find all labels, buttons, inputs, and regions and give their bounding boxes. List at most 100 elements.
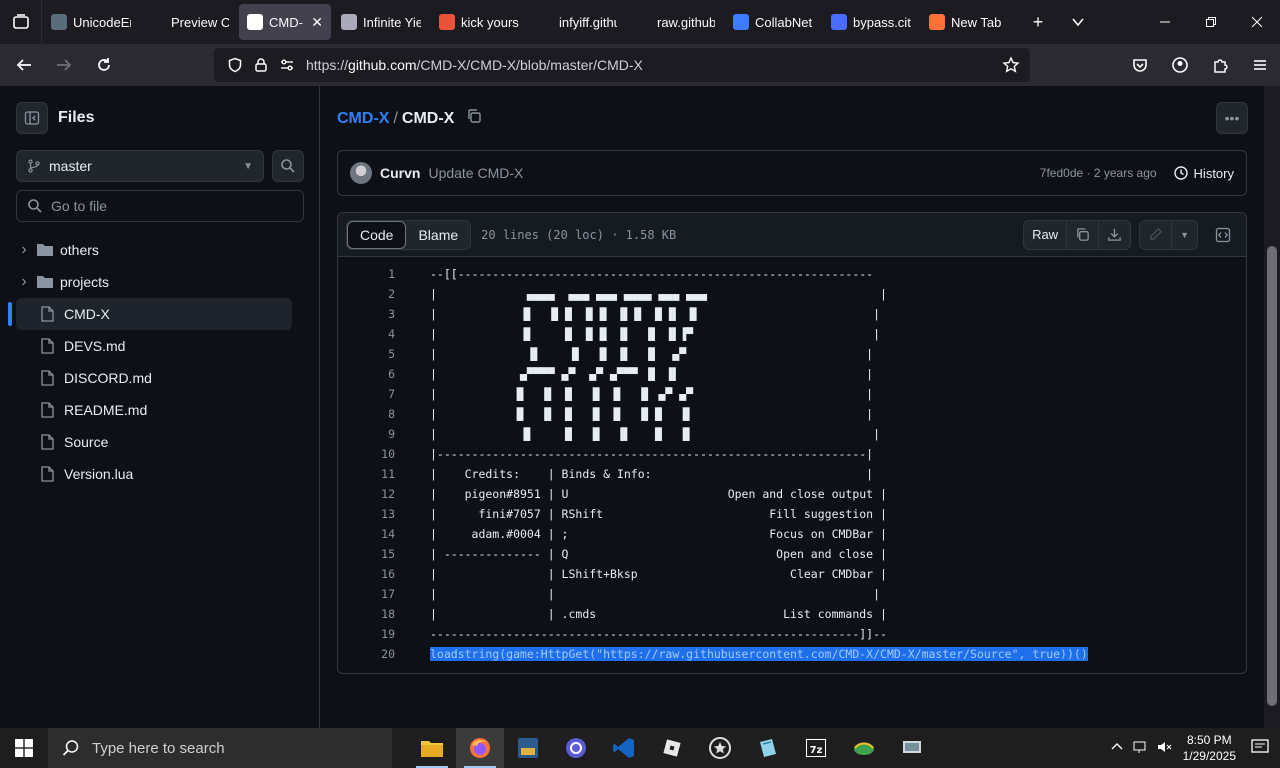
line-number[interactable]: 18 [338, 607, 395, 621]
network-icon[interactable] [1129, 740, 1153, 757]
chevron-right-icon[interactable]: › [16, 273, 32, 291]
raw-button[interactable]: Raw [1024, 220, 1068, 249]
extensions-button[interactable] [1202, 47, 1238, 83]
taskbar-roblox[interactable] [648, 728, 696, 768]
more-options-button[interactable]: ••• [1216, 102, 1248, 134]
search-code-button[interactable] [272, 150, 304, 182]
go-to-file-field[interactable] [16, 190, 304, 222]
line-number[interactable]: 17 [338, 587, 395, 601]
code-line[interactable]: 3 | ▐▌ ▐▌▐▌ ▐▌▐▌ ▐▌▐▌ ▐▌▐▌ ▐▌ | [338, 304, 1246, 324]
history-button[interactable]: History [1173, 165, 1234, 181]
code-line[interactable]: 10 |-------------------------------------… [338, 444, 1246, 464]
line-number[interactable]: 20 [338, 647, 395, 661]
tree-item-file[interactable]: Source [16, 426, 292, 458]
code-line[interactable]: 6 | ▄▀▀▀▀ ▄▀ ▄▀ ▄▀▀▀ ▐▌ ▐▌ | [338, 364, 1246, 384]
tree-item-file[interactable]: DEVS.md [16, 330, 292, 362]
code-line[interactable]: 12 | pigeon#8951 | U Open and close outpu… [338, 484, 1246, 504]
chevron-right-icon[interactable]: › [16, 241, 32, 259]
taskbar-firefox[interactable] [456, 728, 504, 768]
avatar[interactable] [350, 162, 372, 184]
browser-tab[interactable]: New Tab [921, 4, 1017, 40]
line-number[interactable]: 3 [338, 307, 395, 321]
symbols-panel-button[interactable] [1208, 220, 1238, 250]
taskbar-file-explorer[interactable] [408, 728, 456, 768]
forward-button[interactable] [46, 47, 82, 83]
code-line[interactable]: 4 | ▐▌ ▐▌ ▐▌▐▌ ▐▌ ▐▌ ▐▌▐▀ | [338, 324, 1246, 344]
code-line[interactable]: 13 | fini#7057 | RShift Fill suggestion | [338, 504, 1246, 524]
start-button[interactable] [0, 728, 48, 768]
bookmark-star-icon[interactable] [998, 56, 1024, 74]
line-number[interactable]: 19 [338, 627, 395, 641]
tree-item-folder[interactable]: › others [16, 234, 292, 266]
copy-path-button[interactable] [466, 108, 482, 129]
page-scrollbar[interactable] [1264, 86, 1280, 728]
restore-button[interactable] [1188, 0, 1234, 44]
back-button[interactable] [6, 47, 42, 83]
scrollbar-thumb[interactable] [1267, 246, 1277, 706]
shield-icon[interactable] [222, 57, 248, 73]
url-bar[interactable]: https://github.com/CMD-X/CMD-X/blob/mast… [214, 48, 1030, 82]
browser-tab[interactable]: Preview Conte [141, 4, 237, 40]
tree-item-file[interactable]: README.md [16, 394, 292, 426]
code-line[interactable]: 9 | ▐▌ ▐▌ ▐▌ ▐▌ ▐▌ ▐▌ | [338, 424, 1246, 444]
taskbar-app-3[interactable] [504, 728, 552, 768]
go-to-file-input[interactable] [51, 198, 291, 214]
volume-muted-icon[interactable] [1153, 740, 1177, 757]
line-number[interactable]: 8 [338, 407, 395, 421]
code-line[interactable]: 14 | adam.#0004 | ; Focus on CMDBar | [338, 524, 1246, 544]
browser-tab[interactable]: kick yours [431, 4, 527, 40]
edit-button[interactable] [1140, 220, 1173, 249]
tab-overview-button[interactable] [0, 0, 42, 44]
clock[interactable]: 8:50 PM 1/29/2025 [1183, 732, 1236, 764]
code-view[interactable]: 1 --[[-----------------------------------… [338, 257, 1246, 664]
code-line[interactable]: 18 | | .cmds List commands | [338, 604, 1246, 624]
close-tab-icon[interactable]: ✕ [311, 14, 323, 31]
new-tab-button[interactable]: + [1018, 0, 1058, 44]
code-line[interactable]: 11 | Credits: | Binds & Info: | [338, 464, 1246, 484]
line-number[interactable]: 15 [338, 547, 395, 561]
line-number[interactable]: 11 [338, 467, 395, 481]
browser-tab[interactable]: bypass.city [823, 4, 919, 40]
pocket-button[interactable] [1122, 47, 1158, 83]
line-number[interactable]: 10 [338, 447, 395, 461]
breadcrumb-repo-link[interactable]: CMD-X [337, 110, 389, 128]
browser-tab[interactable]: CollabNet [725, 4, 821, 40]
tab-code[interactable]: Code [347, 220, 407, 249]
line-number[interactable]: 6 [338, 367, 395, 381]
taskbar-7zip[interactable]: 7z [792, 728, 840, 768]
line-number[interactable]: 13 [338, 507, 395, 521]
taskbar-app-4[interactable] [552, 728, 600, 768]
notifications-icon[interactable] [1248, 738, 1272, 758]
code-line[interactable]: 17 | | | [338, 584, 1246, 604]
code-line[interactable]: 5 | ▐▌ ▐▌ ▐▌ ▐▌ ▐▌ ▄▀ | [338, 344, 1246, 364]
tree-item-file[interactable]: Version.lua [16, 458, 292, 490]
taskbar-app-8[interactable] [744, 728, 792, 768]
code-line[interactable]: 7 | ▐▌ ▐▌ ▐▌ ▐▌ ▐▌ ▐▌ ▄▀ ▄▀ | [338, 384, 1246, 404]
edit-dropdown-button[interactable]: ▼ [1172, 221, 1197, 249]
tab-blame[interactable]: Blame [406, 221, 470, 249]
code-line[interactable]: 19 --------------------------------------… [338, 624, 1246, 644]
taskbar-app-10[interactable] [840, 728, 888, 768]
chevron-up-icon[interactable] [1105, 741, 1129, 756]
taskbar-app-7[interactable] [696, 728, 744, 768]
menu-button[interactable] [1242, 47, 1278, 83]
download-button[interactable] [1099, 221, 1130, 249]
copy-raw-button[interactable] [1067, 220, 1100, 249]
line-number[interactable]: 14 [338, 527, 395, 541]
line-number[interactable]: 7 [338, 387, 395, 401]
line-number[interactable]: 16 [338, 567, 395, 581]
code-line[interactable]: 16 | | LShift+Bksp Clear CMDbar | [338, 564, 1246, 584]
collapse-panel-button[interactable] [16, 102, 48, 134]
lock-icon[interactable] [248, 57, 274, 73]
browser-tab[interactable]: infyiff.github.i [529, 4, 625, 40]
code-line[interactable]: 20 loadstring(game:HttpGet("https://raw.g… [338, 644, 1246, 664]
line-number[interactable]: 5 [338, 347, 395, 361]
commit-message[interactable]: Update CMD-X [428, 165, 523, 181]
tree-item-file[interactable]: CMD-X [8, 298, 292, 330]
taskbar-app-11[interactable] [888, 728, 936, 768]
taskbar-search[interactable]: Type here to search [48, 728, 392, 768]
code-line[interactable]: 2 | ▄▄▄▄ ▄▄▄ ▄▄▄ ▄▄▄▄ ▄▄▄ ▄▄▄ | [338, 284, 1246, 304]
list-all-tabs-button[interactable] [1058, 0, 1098, 44]
reload-button[interactable] [86, 47, 122, 83]
line-number[interactable]: 12 [338, 487, 395, 501]
